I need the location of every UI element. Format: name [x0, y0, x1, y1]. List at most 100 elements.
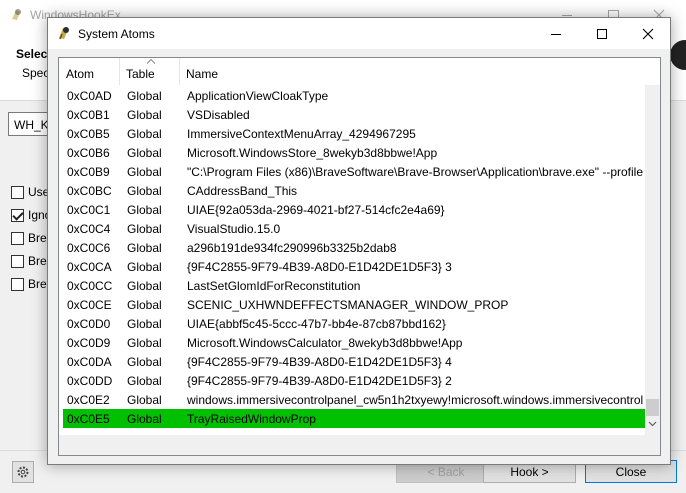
- list-item[interactable]: 0xC0C6 Global a296b191de934fc290996b3325b2…: [63, 238, 645, 257]
- scrollbar-thumb[interactable]: [646, 399, 659, 416]
- list-item[interactable]: 0xC0B5 Global ImmersiveContextMenuArray_42…: [63, 124, 645, 143]
- list-item[interactable]: 0xC0CE Global SCENIC_UXHWNDEFFECTSMANAGER_…: [63, 295, 645, 314]
- wizard-header-subtitle: Spec: [22, 66, 50, 80]
- list-item[interactable]: 0xC0E2 Global windows.immersivecontrolpane…: [63, 390, 645, 409]
- checkbox[interactable]: [11, 185, 24, 199]
- atom-cell: 0xC0CE: [67, 298, 112, 312]
- table-cell: Global: [127, 260, 162, 274]
- name-cell: VSDisabled: [187, 108, 250, 122]
- list-body: 0xC0AD Global ApplicationViewCloakType 0xC0…: [59, 85, 645, 435]
- list-item[interactable]: 0xC0DD Global {9F4C2855-9F79-4B39-A8D0-E1D…: [63, 371, 645, 390]
- table-cell: Global: [127, 374, 162, 388]
- list-item[interactable]: 0xC0E5 Global TrayRaisedWindowProp: [63, 409, 645, 428]
- atom-cell: 0xC0C6: [67, 241, 111, 255]
- minimize-icon[interactable]: [533, 18, 579, 49]
- name-cell: Microsoft.WindowsCalculator_8wekyb3d8bbw…: [187, 336, 463, 350]
- name-cell: {9F4C2855-9F79-4B39-A8D0-E1D42DE1D5F3} 3: [187, 260, 452, 274]
- atom-cell: 0xC0CA: [67, 260, 112, 274]
- table-cell: Global: [127, 165, 162, 179]
- dialog-titlebar[interactable]: System Atoms: [48, 18, 670, 49]
- checkbox-row[interactable]: Use: [11, 184, 49, 200]
- atom-cell: 0xC0BC: [67, 184, 112, 198]
- list-header: Atom Table Name: [59, 58, 660, 85]
- name-cell: CAddressBand_This: [187, 184, 298, 198]
- atom-cell: 0xC0CC: [67, 279, 113, 293]
- table-cell: Global: [127, 393, 162, 407]
- list-item[interactable]: 0xC0B6 Global Microsoft.WindowsStore_8weky…: [63, 143, 645, 162]
- checkbox[interactable]: [11, 208, 24, 222]
- dialog-title: System Atoms: [78, 27, 155, 41]
- list-item[interactable]: 0xC0AD Global ApplicationViewCloakType: [63, 86, 645, 105]
- atom-cell: 0xC0E5: [67, 412, 110, 426]
- table-cell: Global: [127, 355, 162, 369]
- list-item[interactable]: 0xC0B9 Global "C:\Program Files (x86)\Brav…: [63, 162, 645, 181]
- sort-ascending-icon: [147, 59, 155, 64]
- list-item[interactable]: 0xC0D9 Global Microsoft.WindowsCalculator_…: [63, 333, 645, 352]
- system-atoms-dialog: System Atoms Atom Table Name 0xC0AD Globa…: [47, 17, 671, 465]
- name-cell: {9F4C2855-9F79-4B39-A8D0-E1D42DE1D5F3} 2: [187, 374, 452, 388]
- name-cell: ImmersiveContextMenuArray_4294967295: [187, 127, 416, 141]
- name-cell: a296b191de934fc290996b3325b2dab8: [187, 241, 397, 255]
- list-item[interactable]: 0xC0C4 Global VisualStudio.15.0: [63, 219, 645, 238]
- app-icon: [59, 27, 69, 40]
- atom-cell: 0xC0B9: [67, 165, 110, 179]
- name-cell: "C:\Program Files (x86)\BraveSoftware\Br…: [187, 165, 643, 179]
- name-cell: windows.immersivecontrolpanel_cw5n1h2txy…: [187, 393, 643, 407]
- atom-cell: 0xC0B5: [67, 127, 110, 141]
- checkbox[interactable]: [11, 277, 24, 291]
- table-cell: Global: [127, 279, 162, 293]
- checkbox-row[interactable]: Igno: [11, 207, 51, 223]
- table-cell: Global: [127, 317, 162, 331]
- name-cell: UIAE{92a053da-2969-4021-bf27-514cfc2e4a6…: [187, 203, 445, 217]
- list-item[interactable]: 0xC0BC Global CAddressBand_This: [63, 181, 645, 200]
- name-cell: Microsoft.WindowsStore_8wekyb3d8bbwe!App: [187, 146, 438, 160]
- list-item[interactable]: 0xC0C1 Global UIAE{92a053da-2969-4021-bf27…: [63, 200, 645, 219]
- atom-cell: 0xC0DD: [67, 374, 113, 388]
- gear-icon: [17, 466, 29, 478]
- atom-cell: 0xC0C4: [67, 222, 111, 236]
- name-cell: TrayRaisedWindowProp: [187, 412, 316, 426]
- table-cell: Global: [127, 108, 162, 122]
- atom-cell: 0xC0B1: [67, 108, 110, 122]
- table-cell: Global: [127, 241, 162, 255]
- name-cell: ApplicationViewCloakType: [187, 89, 329, 103]
- table-cell: Global: [127, 412, 162, 426]
- list-item[interactable]: 0xC0CA Global {9F4C2855-9F79-4B39-A8D0-E1D…: [63, 257, 645, 276]
- atom-cell: 0xC0D9: [67, 336, 111, 350]
- horizontal-scrollbar[interactable]: [59, 435, 645, 455]
- close-icon[interactable]: [625, 18, 671, 49]
- checkbox[interactable]: [11, 231, 24, 245]
- scrollbar-corner: [645, 435, 660, 455]
- settings-gear-button[interactable]: [12, 461, 34, 483]
- list-item[interactable]: 0xC0DA Global {9F4C2855-9F79-4B39-A8D0-E1D…: [63, 352, 645, 371]
- table-cell: Global: [127, 298, 162, 312]
- vertical-scrollbar[interactable]: [645, 85, 660, 435]
- table-cell: Global: [127, 89, 162, 103]
- atom-cell: 0xC0B6: [67, 146, 110, 160]
- name-cell: LastSetGlomIdForReconstitution: [187, 279, 361, 293]
- column-header-name[interactable]: Name: [179, 58, 649, 85]
- table-cell: Global: [127, 336, 162, 350]
- name-cell: VisualStudio.15.0: [187, 222, 281, 236]
- list-item[interactable]: 0xC0CC Global LastSetGlomIdForReconstituti…: [63, 276, 645, 295]
- checkbox[interactable]: [11, 254, 24, 268]
- maximize-icon[interactable]: [579, 18, 625, 49]
- atom-cell: 0xC0E2: [67, 393, 110, 407]
- atom-cell: 0xC0D0: [67, 317, 111, 331]
- name-cell: UIAE{abbf5c45-5ccc-47b7-bb4e-87cb87bbd16…: [187, 317, 446, 331]
- list-item[interactable]: 0xC0B1 Global VSDisabled: [63, 105, 645, 124]
- column-header-atom[interactable]: Atom: [59, 58, 119, 85]
- list-item[interactable]: 0xC0D0 Global UIAE{abbf5c45-5ccc-47b7-bb4e…: [63, 314, 645, 333]
- name-cell: SCENIC_UXHWNDEFFECTSMANAGER_WINDOW_PROP: [187, 298, 509, 312]
- atom-cell: 0xC0AD: [67, 89, 112, 103]
- table-cell: Global: [127, 127, 162, 141]
- wizard-header-title: Selec: [16, 47, 48, 61]
- atom-cell: 0xC0C1: [67, 203, 111, 217]
- name-cell: {9F4C2855-9F79-4B39-A8D0-E1D42DE1D5F3} 4: [187, 355, 452, 369]
- app-icon: [12, 9, 21, 20]
- table-cell: Global: [127, 203, 162, 217]
- scroll-down-arrow-icon[interactable]: [648, 419, 657, 428]
- table-cell: Global: [127, 184, 162, 198]
- table-cell: Global: [127, 146, 162, 160]
- atoms-list-view[interactable]: Atom Table Name 0xC0AD Global ApplicationV…: [58, 57, 661, 456]
